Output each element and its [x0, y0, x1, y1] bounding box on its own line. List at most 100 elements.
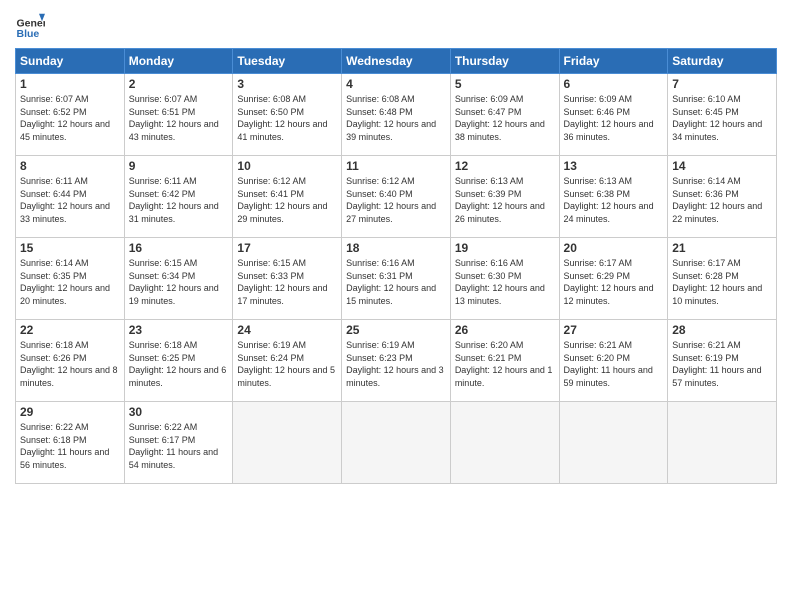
day-info: Sunrise: 6:09 AMSunset: 6:46 PMDaylight:…	[564, 94, 654, 142]
day-info: Sunrise: 6:18 AMSunset: 6:26 PMDaylight:…	[20, 340, 118, 388]
day-number: 18	[346, 241, 446, 255]
calendar-day-cell: 20 Sunrise: 6:17 AMSunset: 6:29 PMDaylig…	[559, 238, 668, 320]
day-number: 1	[20, 77, 120, 91]
day-number: 2	[129, 77, 229, 91]
day-number: 14	[672, 159, 772, 173]
day-info: Sunrise: 6:18 AMSunset: 6:25 PMDaylight:…	[129, 340, 227, 388]
page-container: General Blue SundayMondayTuesdayWednesda…	[0, 0, 792, 494]
weekday-header: Tuesday	[233, 49, 342, 74]
calendar-week-row: 15 Sunrise: 6:14 AMSunset: 6:35 PMDaylig…	[16, 238, 777, 320]
day-info: Sunrise: 6:14 AMSunset: 6:36 PMDaylight:…	[672, 176, 762, 224]
calendar-day-cell: 29 Sunrise: 6:22 AMSunset: 6:18 PMDaylig…	[16, 402, 125, 484]
day-info: Sunrise: 6:20 AMSunset: 6:21 PMDaylight:…	[455, 340, 553, 388]
day-number: 16	[129, 241, 229, 255]
day-info: Sunrise: 6:22 AMSunset: 6:18 PMDaylight:…	[20, 422, 109, 470]
calendar-week-row: 22 Sunrise: 6:18 AMSunset: 6:26 PMDaylig…	[16, 320, 777, 402]
day-number: 8	[20, 159, 120, 173]
day-number: 21	[672, 241, 772, 255]
calendar-table: SundayMondayTuesdayWednesdayThursdayFrid…	[15, 48, 777, 484]
day-info: Sunrise: 6:08 AMSunset: 6:50 PMDaylight:…	[237, 94, 327, 142]
calendar-day-cell: 15 Sunrise: 6:14 AMSunset: 6:35 PMDaylig…	[16, 238, 125, 320]
day-info: Sunrise: 6:07 AMSunset: 6:51 PMDaylight:…	[129, 94, 219, 142]
day-number: 28	[672, 323, 772, 337]
day-info: Sunrise: 6:12 AMSunset: 6:40 PMDaylight:…	[346, 176, 436, 224]
day-number: 7	[672, 77, 772, 91]
day-info: Sunrise: 6:17 AMSunset: 6:29 PMDaylight:…	[564, 258, 654, 306]
calendar-day-cell: 6 Sunrise: 6:09 AMSunset: 6:46 PMDayligh…	[559, 74, 668, 156]
day-info: Sunrise: 6:10 AMSunset: 6:45 PMDaylight:…	[672, 94, 762, 142]
calendar-day-cell: 27 Sunrise: 6:21 AMSunset: 6:20 PMDaylig…	[559, 320, 668, 402]
day-number: 20	[564, 241, 664, 255]
calendar-day-cell: 14 Sunrise: 6:14 AMSunset: 6:36 PMDaylig…	[668, 156, 777, 238]
day-number: 29	[20, 405, 120, 419]
weekday-header: Monday	[124, 49, 233, 74]
day-number: 22	[20, 323, 120, 337]
weekday-header: Saturday	[668, 49, 777, 74]
calendar-day-cell	[450, 402, 559, 484]
calendar-day-cell: 24 Sunrise: 6:19 AMSunset: 6:24 PMDaylig…	[233, 320, 342, 402]
day-number: 23	[129, 323, 229, 337]
calendar-day-cell: 2 Sunrise: 6:07 AMSunset: 6:51 PMDayligh…	[124, 74, 233, 156]
day-info: Sunrise: 6:16 AMSunset: 6:31 PMDaylight:…	[346, 258, 436, 306]
day-info: Sunrise: 6:07 AMSunset: 6:52 PMDaylight:…	[20, 94, 110, 142]
day-number: 5	[455, 77, 555, 91]
calendar-day-cell: 9 Sunrise: 6:11 AMSunset: 6:42 PMDayligh…	[124, 156, 233, 238]
calendar-day-cell: 26 Sunrise: 6:20 AMSunset: 6:21 PMDaylig…	[450, 320, 559, 402]
day-info: Sunrise: 6:09 AMSunset: 6:47 PMDaylight:…	[455, 94, 545, 142]
day-info: Sunrise: 6:16 AMSunset: 6:30 PMDaylight:…	[455, 258, 545, 306]
calendar-week-row: 29 Sunrise: 6:22 AMSunset: 6:18 PMDaylig…	[16, 402, 777, 484]
day-info: Sunrise: 6:13 AMSunset: 6:38 PMDaylight:…	[564, 176, 654, 224]
day-number: 26	[455, 323, 555, 337]
day-info: Sunrise: 6:21 AMSunset: 6:19 PMDaylight:…	[672, 340, 761, 388]
calendar-day-cell: 17 Sunrise: 6:15 AMSunset: 6:33 PMDaylig…	[233, 238, 342, 320]
day-number: 3	[237, 77, 337, 91]
day-info: Sunrise: 6:17 AMSunset: 6:28 PMDaylight:…	[672, 258, 762, 306]
calendar-day-cell: 19 Sunrise: 6:16 AMSunset: 6:30 PMDaylig…	[450, 238, 559, 320]
calendar-day-cell: 28 Sunrise: 6:21 AMSunset: 6:19 PMDaylig…	[668, 320, 777, 402]
day-info: Sunrise: 6:08 AMSunset: 6:48 PMDaylight:…	[346, 94, 436, 142]
calendar-day-cell: 23 Sunrise: 6:18 AMSunset: 6:25 PMDaylig…	[124, 320, 233, 402]
calendar-day-cell: 13 Sunrise: 6:13 AMSunset: 6:38 PMDaylig…	[559, 156, 668, 238]
day-number: 12	[455, 159, 555, 173]
logo-icon: General Blue	[15, 10, 45, 40]
day-number: 11	[346, 159, 446, 173]
day-number: 4	[346, 77, 446, 91]
calendar-body: 1 Sunrise: 6:07 AMSunset: 6:52 PMDayligh…	[16, 74, 777, 484]
calendar-day-cell: 3 Sunrise: 6:08 AMSunset: 6:50 PMDayligh…	[233, 74, 342, 156]
calendar-day-cell: 11 Sunrise: 6:12 AMSunset: 6:40 PMDaylig…	[342, 156, 451, 238]
svg-text:Blue: Blue	[17, 28, 40, 40]
weekday-header: Sunday	[16, 49, 125, 74]
calendar-day-cell	[342, 402, 451, 484]
day-number: 19	[455, 241, 555, 255]
calendar-day-cell: 12 Sunrise: 6:13 AMSunset: 6:39 PMDaylig…	[450, 156, 559, 238]
calendar-day-cell	[668, 402, 777, 484]
calendar-day-cell: 10 Sunrise: 6:12 AMSunset: 6:41 PMDaylig…	[233, 156, 342, 238]
calendar-day-cell: 5 Sunrise: 6:09 AMSunset: 6:47 PMDayligh…	[450, 74, 559, 156]
calendar-day-cell: 30 Sunrise: 6:22 AMSunset: 6:17 PMDaylig…	[124, 402, 233, 484]
day-info: Sunrise: 6:19 AMSunset: 6:24 PMDaylight:…	[237, 340, 335, 388]
day-number: 9	[129, 159, 229, 173]
calendar-day-cell: 8 Sunrise: 6:11 AMSunset: 6:44 PMDayligh…	[16, 156, 125, 238]
day-number: 6	[564, 77, 664, 91]
calendar-day-cell: 7 Sunrise: 6:10 AMSunset: 6:45 PMDayligh…	[668, 74, 777, 156]
day-number: 25	[346, 323, 446, 337]
day-info: Sunrise: 6:22 AMSunset: 6:17 PMDaylight:…	[129, 422, 218, 470]
day-info: Sunrise: 6:11 AMSunset: 6:44 PMDaylight:…	[20, 176, 110, 224]
calendar-day-cell: 16 Sunrise: 6:15 AMSunset: 6:34 PMDaylig…	[124, 238, 233, 320]
day-number: 15	[20, 241, 120, 255]
logo: General Blue	[15, 10, 45, 40]
day-info: Sunrise: 6:21 AMSunset: 6:20 PMDaylight:…	[564, 340, 653, 388]
calendar-day-cell: 4 Sunrise: 6:08 AMSunset: 6:48 PMDayligh…	[342, 74, 451, 156]
day-info: Sunrise: 6:13 AMSunset: 6:39 PMDaylight:…	[455, 176, 545, 224]
day-number: 30	[129, 405, 229, 419]
calendar-header-row: SundayMondayTuesdayWednesdayThursdayFrid…	[16, 49, 777, 74]
day-info: Sunrise: 6:12 AMSunset: 6:41 PMDaylight:…	[237, 176, 327, 224]
day-number: 13	[564, 159, 664, 173]
day-info: Sunrise: 6:15 AMSunset: 6:34 PMDaylight:…	[129, 258, 219, 306]
day-info: Sunrise: 6:19 AMSunset: 6:23 PMDaylight:…	[346, 340, 444, 388]
weekday-header: Friday	[559, 49, 668, 74]
day-info: Sunrise: 6:11 AMSunset: 6:42 PMDaylight:…	[129, 176, 219, 224]
calendar-day-cell: 1 Sunrise: 6:07 AMSunset: 6:52 PMDayligh…	[16, 74, 125, 156]
weekday-header: Wednesday	[342, 49, 451, 74]
calendar-day-cell: 18 Sunrise: 6:16 AMSunset: 6:31 PMDaylig…	[342, 238, 451, 320]
